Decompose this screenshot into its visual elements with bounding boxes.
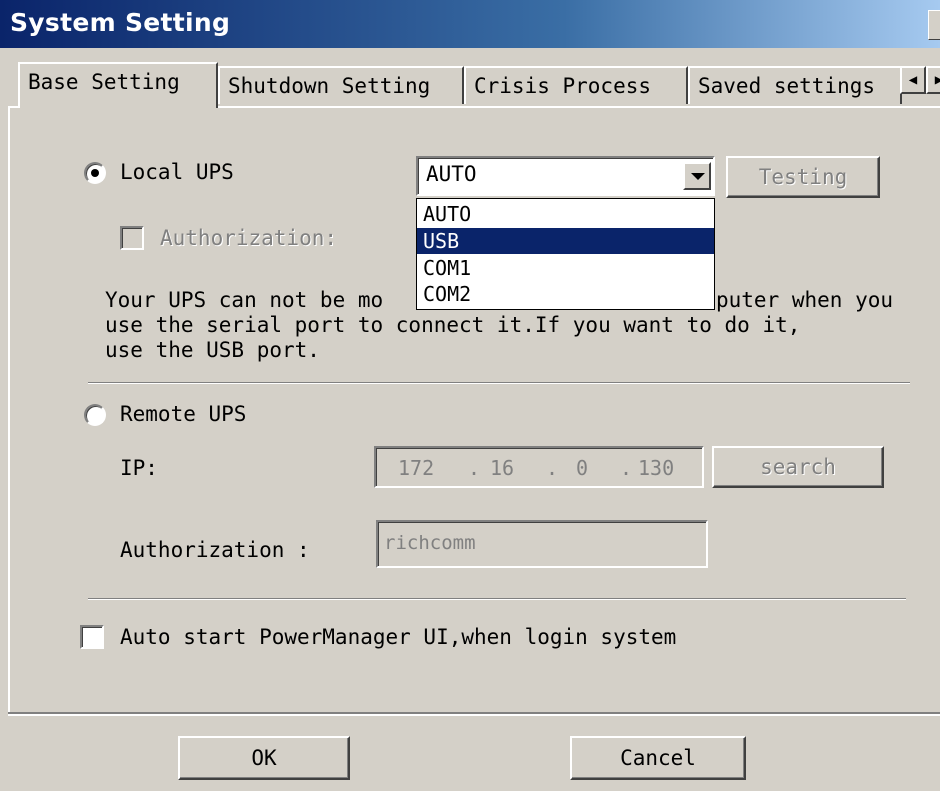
port-select-value: AUTO [426,162,477,186]
note-line-1a: Your UPS can not be mo [105,288,384,312]
tab-base-setting[interactable]: Base Setting [18,62,218,108]
local-authorization-label: Authorization: [160,226,338,250]
port-dropdown-list: AUTO USB COM1 COM2 [416,198,715,310]
ip-octet-1: 172 [398,456,435,480]
note-line-3: use the USB port. [105,338,320,362]
radio-selected-dot [91,169,99,177]
cancel-button-label: Cancel [620,746,696,770]
chevron-down-icon[interactable] [683,162,711,190]
testing-button[interactable]: Testing [726,156,880,198]
ip-dot: . [620,456,633,480]
divider [88,598,906,600]
cancel-button[interactable]: Cancel [570,736,746,780]
note-line-1b: puter when you [716,288,894,312]
window-title: System Setting [10,8,231,37]
ip-label: IP: [120,456,158,480]
local-ups-radio[interactable] [84,162,106,184]
footer-divider [8,712,940,716]
port-option-com1[interactable]: COM1 [417,255,714,281]
tab-shutdown-setting[interactable]: Shutdown Setting [218,66,464,104]
tab-scroll-left-button[interactable]: ◀ [900,66,926,94]
ip-octet-2: 16 [490,456,515,480]
ip-dot: . [468,456,481,480]
ip-octet-3: 0 [576,456,589,480]
tab-label: Base Setting [28,70,180,94]
tab-crisis-process[interactable]: Crisis Process [464,66,688,104]
local-authorization-checkbox[interactable] [120,226,144,250]
local-ups-label: Local UPS [120,160,234,184]
port-option-com2[interactable]: COM2 [417,281,714,307]
remote-ups-radio[interactable] [84,404,106,426]
autostart-label: Auto start PowerManager UI,when login sy… [120,625,677,649]
triangle-left-icon: ◀ [908,72,918,88]
ok-button[interactable]: OK [178,736,350,780]
divider [88,382,910,384]
search-button[interactable]: search [712,446,884,488]
remote-authorization-field[interactable]: richcomm [376,520,708,568]
remote-authorization-label: Authorization : [120,538,310,562]
tab-label: Crisis Process [474,74,652,98]
note-line-2: use the serial port to connect it.If you… [105,313,801,337]
remote-authorization-value: richcomm [384,532,476,554]
title-bar[interactable]: System Setting [0,0,940,48]
triangle-right-icon: ▶ [934,72,940,88]
ip-dot: . [546,456,559,480]
tab-label: Shutdown Setting [228,74,431,98]
close-button[interactable] [928,10,940,40]
tab-scroll-right-button[interactable]: ▶ [926,66,940,94]
ok-button-label: OK [251,746,277,770]
testing-button-label: Testing [758,165,848,189]
port-select[interactable]: AUTO [416,156,715,196]
autostart-checkbox[interactable] [80,625,104,649]
tab-label: Saved settings [698,74,876,98]
ip-octet-4: 130 [638,456,675,480]
tab-saved-settings[interactable]: Saved settings [688,66,902,104]
search-button-label: search [760,455,836,479]
ip-address-field[interactable]: 172 . 16 . 0 . 130 [374,446,704,488]
port-option-auto[interactable]: AUTO [417,201,714,227]
remote-ups-label: Remote UPS [120,402,247,426]
port-option-usb[interactable]: USB [417,228,714,254]
tab-strip: Base Setting Shutdown Setting Crisis Pro… [0,62,940,108]
